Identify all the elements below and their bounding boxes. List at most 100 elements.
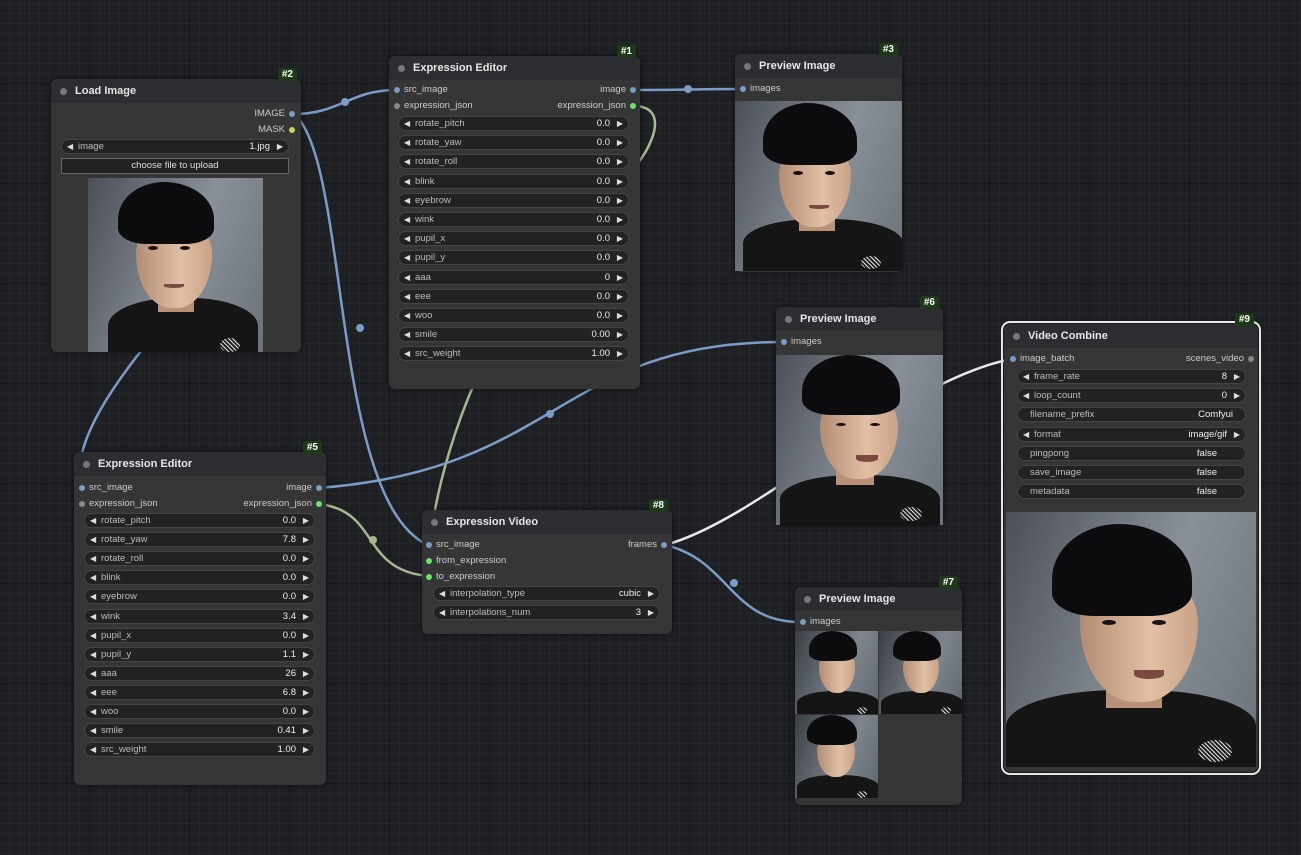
node-preview-image-6[interactable]: Preview Image #6 images: [776, 296, 943, 525]
widget-filename-prefix[interactable]: filename_prefix Comfyui: [1017, 407, 1246, 423]
node-header[interactable]: Expression Editor #1: [389, 45, 640, 80]
widget-pingpong[interactable]: pingpong false: [1017, 445, 1246, 461]
input-images[interactable]: images: [781, 335, 822, 349]
arrow-left-icon[interactable]: ◀: [404, 311, 410, 320]
arrow-left-icon[interactable]: ◀: [404, 215, 410, 224]
preview-thumbnail-3[interactable]: [795, 715, 878, 798]
node-header[interactable]: Preview Image #3: [735, 43, 902, 78]
arrow-right-icon[interactable]: ▶: [648, 608, 654, 617]
collapse-dot-icon[interactable]: [785, 316, 792, 323]
port-dot-icon[interactable]: [394, 103, 400, 109]
arrow-left-icon[interactable]: ◀: [90, 669, 96, 678]
arrow-left-icon[interactable]: ◀: [90, 631, 96, 640]
arrow-left-icon[interactable]: ◀: [439, 589, 445, 598]
arrow-left-icon[interactable]: ◀: [67, 142, 73, 151]
output-expression-json[interactable]: expression_json: [243, 497, 322, 511]
output-expression-json[interactable]: expression_json: [557, 99, 636, 113]
arrow-right-icon[interactable]: ▶: [617, 119, 623, 128]
arrow-right-icon[interactable]: ▶: [303, 650, 309, 659]
widget-eee[interactable]: ◀ eee 0.0 ▶: [398, 288, 629, 304]
collapse-dot-icon[interactable]: [744, 63, 751, 70]
input-expression-json[interactable]: expression_json: [79, 497, 158, 511]
widget-rotate-yaw[interactable]: ◀ rotate_yaw 7.8 ▶: [84, 532, 315, 548]
port-dot-icon[interactable]: [781, 339, 787, 345]
arrow-right-icon[interactable]: ▶: [648, 589, 654, 598]
arrow-left-icon[interactable]: ◀: [90, 612, 96, 621]
node-expression-editor-5[interactable]: Expression Editor #5 src_image expressio…: [74, 441, 326, 785]
collapse-dot-icon[interactable]: [398, 65, 405, 72]
node-header[interactable]: Preview Image #7: [795, 576, 962, 611]
collapse-dot-icon[interactable]: [804, 596, 811, 603]
node-header[interactable]: Preview Image #6: [776, 296, 943, 331]
node-header[interactable]: Expression Video #8: [422, 499, 672, 534]
arrow-right-icon[interactable]: ▶: [303, 612, 309, 621]
image-combo[interactable]: ◀ image 1.jpg ▶: [61, 139, 289, 154]
widget-pupil-y[interactable]: ◀ pupil_y 1.1 ▶: [84, 646, 315, 662]
arrow-right-icon[interactable]: ▶: [303, 516, 309, 525]
output-image[interactable]: IMAGE: [254, 107, 295, 121]
widget-wink[interactable]: ◀ wink 3.4 ▶: [84, 608, 315, 624]
widget-loop-count[interactable]: ◀ loop_count 0 ▶: [1017, 388, 1246, 404]
widget-pupil-x[interactable]: ◀ pupil_x 0.0 ▶: [398, 231, 629, 247]
input-images[interactable]: images: [800, 615, 841, 629]
arrow-left-icon[interactable]: ◀: [404, 330, 410, 339]
widget-aaa[interactable]: ◀ aaa 26 ▶: [84, 665, 315, 681]
arrow-right-icon[interactable]: ▶: [617, 215, 623, 224]
port-dot-icon[interactable]: [289, 127, 295, 133]
arrow-left-icon[interactable]: ◀: [90, 650, 96, 659]
widget-rotate-roll[interactable]: ◀ rotate_roll 0.0 ▶: [84, 551, 315, 567]
node-header[interactable]: Video Combine #9: [1004, 313, 1258, 348]
port-dot-icon[interactable]: [1248, 356, 1254, 362]
port-dot-icon[interactable]: [79, 485, 85, 491]
port-dot-icon[interactable]: [426, 542, 432, 548]
node-header[interactable]: Expression Editor #5: [74, 441, 326, 476]
node-header[interactable]: Load Image #2: [51, 68, 301, 103]
collapse-dot-icon[interactable]: [1013, 333, 1020, 340]
arrow-right-icon[interactable]: ▶: [1234, 372, 1240, 381]
arrow-left-icon[interactable]: ◀: [404, 234, 410, 243]
arrow-right-icon[interactable]: ▶: [617, 157, 623, 166]
interpolations-num-widget[interactable]: ◀ interpolations_num 3 ▶: [433, 605, 660, 620]
port-dot-icon[interactable]: [426, 574, 432, 580]
arrow-right-icon[interactable]: ▶: [303, 631, 309, 640]
input-images[interactable]: images: [740, 82, 781, 96]
widget-frame-rate[interactable]: ◀ frame_rate 8 ▶: [1017, 369, 1246, 384]
port-dot-icon[interactable]: [316, 501, 322, 507]
widget-rotate-pitch[interactable]: ◀ rotate_pitch 0.0 ▶: [398, 116, 629, 131]
collapse-dot-icon[interactable]: [83, 461, 90, 468]
interpolation-type-combo[interactable]: ◀ interpolation_type cubic ▶: [433, 586, 660, 601]
arrow-left-icon[interactable]: ◀: [1023, 372, 1029, 381]
arrow-left-icon[interactable]: ◀: [90, 745, 96, 754]
widget-eyebrow[interactable]: ◀ eyebrow 0.0 ▶: [398, 192, 629, 208]
arrow-right-icon[interactable]: ▶: [1234, 430, 1240, 439]
output-scenes-video[interactable]: scenes_video: [1186, 352, 1254, 366]
upload-button[interactable]: choose file to upload: [61, 158, 289, 174]
widget-smile[interactable]: ◀ smile 0.00 ▶: [398, 327, 629, 343]
preview-thumbnail-1[interactable]: [795, 631, 878, 714]
arrow-right-icon[interactable]: ▶: [303, 707, 309, 716]
arrow-right-icon[interactable]: ▶: [617, 138, 623, 147]
arrow-right-icon[interactable]: ▶: [303, 554, 309, 563]
arrow-right-icon[interactable]: ▶: [617, 330, 623, 339]
widget-rotate-roll[interactable]: ◀ rotate_roll 0.0 ▶: [398, 154, 629, 170]
widget-save-image[interactable]: save_image false: [1017, 465, 1246, 480]
input-from-expression[interactable]: from_expression: [426, 554, 506, 568]
widget-src-weight[interactable]: ◀ src_weight 1.00 ▶: [398, 346, 629, 362]
arrow-right-icon[interactable]: ▶: [303, 669, 309, 678]
port-dot-icon[interactable]: [630, 87, 636, 93]
arrow-left-icon[interactable]: ◀: [90, 707, 96, 716]
arrow-right-icon[interactable]: ▶: [617, 273, 623, 282]
arrow-left-icon[interactable]: ◀: [404, 292, 410, 301]
node-video-combine[interactable]: Video Combine #9 image_batch scenes_vide…: [1001, 313, 1261, 775]
widget-src-weight[interactable]: ◀ src_weight 1.00 ▶: [84, 742, 315, 758]
arrow-right-icon[interactable]: ▶: [277, 142, 283, 151]
arrow-left-icon[interactable]: ◀: [404, 138, 410, 147]
arrow-left-icon[interactable]: ◀: [90, 554, 96, 563]
arrow-left-icon[interactable]: ◀: [439, 608, 445, 617]
widget-aaa[interactable]: ◀ aaa 0 ▶: [398, 269, 629, 285]
arrow-right-icon[interactable]: ▶: [617, 311, 623, 320]
input-src-image[interactable]: src_image: [79, 481, 133, 495]
widget-woo[interactable]: ◀ woo 0.0 ▶: [84, 704, 315, 719]
arrow-right-icon[interactable]: ▶: [617, 177, 623, 186]
arrow-right-icon[interactable]: ▶: [617, 196, 623, 205]
